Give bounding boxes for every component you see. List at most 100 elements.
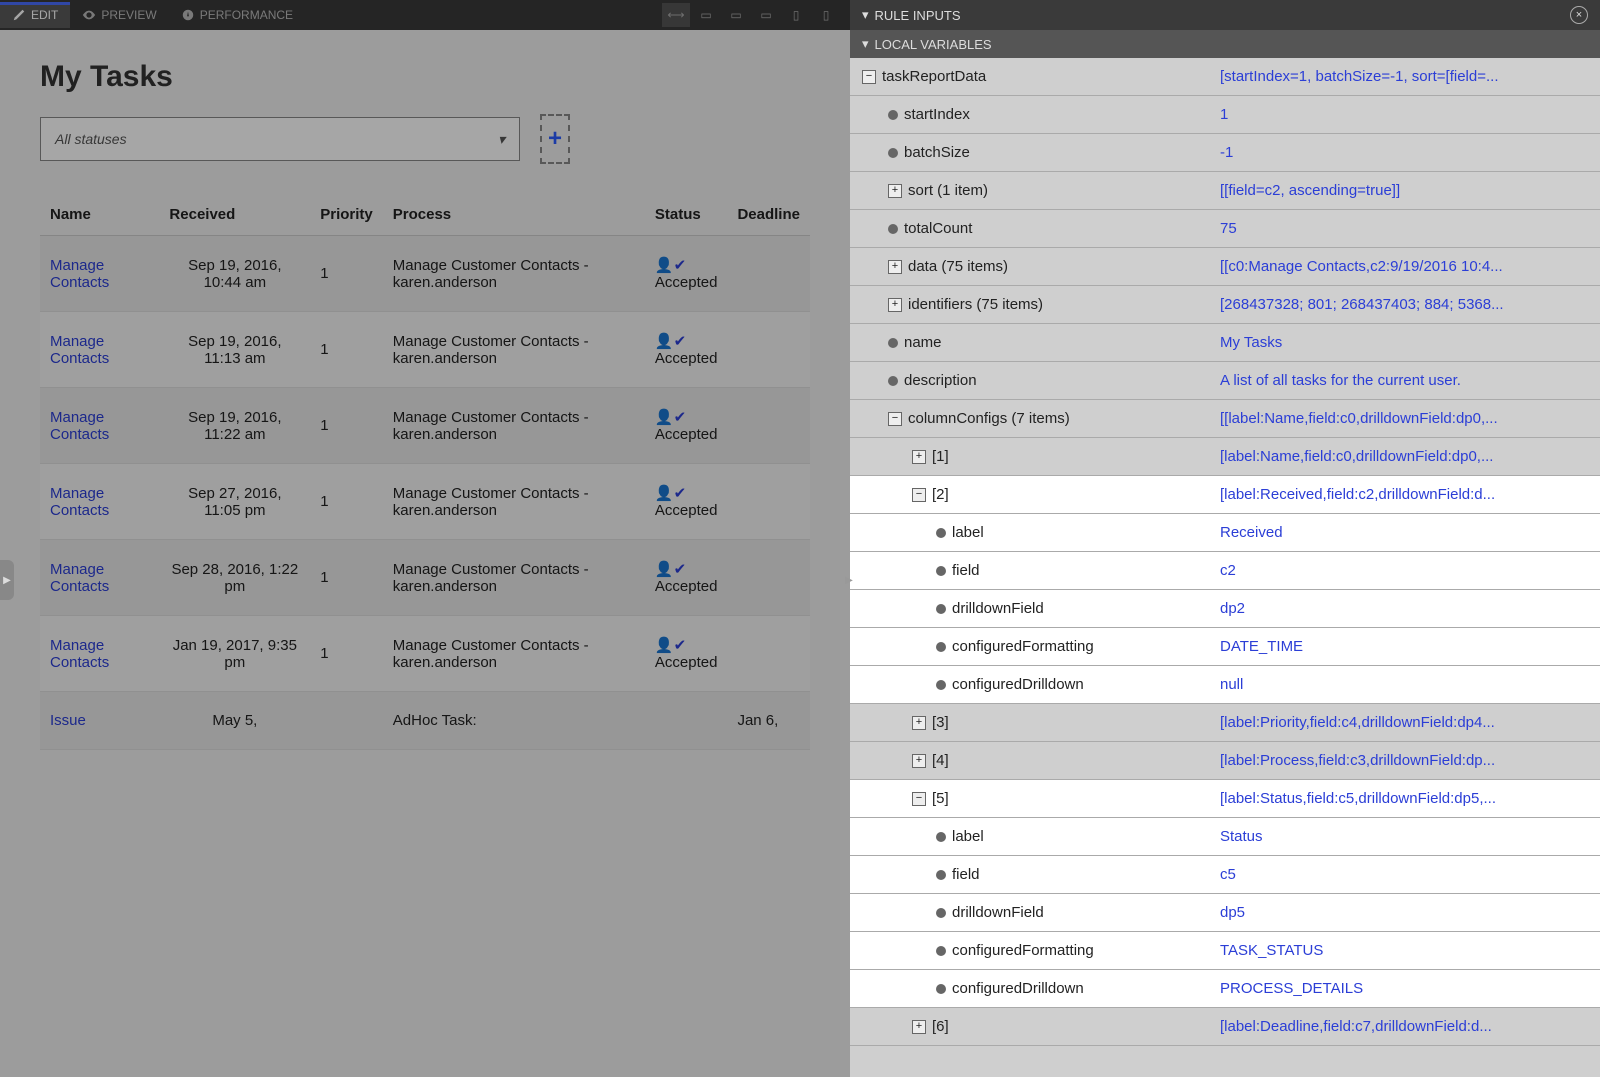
fit-icon[interactable]: ⟷ bbox=[662, 3, 690, 27]
variable-name: + sort (1 item) bbox=[850, 182, 1220, 199]
variable-name: field bbox=[850, 866, 1220, 883]
variable-value[interactable]: [label:Process,field:c3,drilldownField:d… bbox=[1220, 752, 1600, 769]
variable-value[interactable]: [[label:Name,field:c0,drilldownField:dp0… bbox=[1220, 410, 1600, 427]
variable-value[interactable]: [[c0:Manage Contacts,c2:9/19/2016 10:4..… bbox=[1220, 258, 1600, 275]
variable-row[interactable]: name My Tasks bbox=[850, 324, 1600, 362]
variable-row[interactable]: − [2] [label:Received,field:c2,drilldown… bbox=[850, 476, 1600, 514]
variable-row[interactable]: totalCount 75 bbox=[850, 210, 1600, 248]
expand-icon[interactable]: + bbox=[912, 1020, 926, 1034]
expand-left-handle[interactable]: ▶ bbox=[0, 560, 14, 600]
variable-value[interactable]: 75 bbox=[1220, 220, 1600, 237]
tablet-icon[interactable]: ▯ bbox=[782, 3, 810, 27]
status-filter-dropdown[interactable]: All statuses ▾ bbox=[40, 117, 520, 161]
tab-edit[interactable]: EDIT bbox=[0, 2, 70, 28]
task-name-link[interactable]: Manage Contacts bbox=[50, 637, 109, 671]
variable-value[interactable]: DATE_TIME bbox=[1220, 638, 1600, 655]
variable-value[interactable]: [[field=c2, ascending=true]] bbox=[1220, 182, 1600, 199]
expand-icon[interactable]: + bbox=[912, 754, 926, 768]
variable-value[interactable]: [startIndex=1, batchSize=-1, sort=[field… bbox=[1220, 68, 1600, 85]
col-priority[interactable]: Priority bbox=[310, 194, 383, 236]
variable-value[interactable]: [label:Status,field:c5,drilldownField:dp… bbox=[1220, 790, 1600, 807]
variable-row[interactable]: field c5 bbox=[850, 856, 1600, 894]
collapse-icon[interactable]: − bbox=[912, 488, 926, 502]
variable-row[interactable]: + [4] [label:Process,field:c3,drilldownF… bbox=[850, 742, 1600, 780]
variable-row[interactable]: configuredFormatting TASK_STATUS bbox=[850, 932, 1600, 970]
variable-row[interactable]: drilldownField dp2 bbox=[850, 590, 1600, 628]
variable-value[interactable]: dp2 bbox=[1220, 600, 1600, 617]
phone-icon[interactable]: ▯ bbox=[812, 3, 840, 27]
variable-row[interactable]: batchSize -1 bbox=[850, 134, 1600, 172]
variable-row[interactable]: startIndex 1 bbox=[850, 96, 1600, 134]
variable-row[interactable]: description A list of all tasks for the … bbox=[850, 362, 1600, 400]
variable-row[interactable]: + sort (1 item) [[field=c2, ascending=tr… bbox=[850, 172, 1600, 210]
variable-value[interactable]: My Tasks bbox=[1220, 334, 1600, 351]
collapse-icon[interactable]: − bbox=[912, 792, 926, 806]
variable-value[interactable]: TASK_STATUS bbox=[1220, 942, 1600, 959]
variable-value[interactable]: [label:Received,field:c2,drilldownField:… bbox=[1220, 486, 1600, 503]
variable-value[interactable]: [label:Priority,field:c4,drilldownField:… bbox=[1220, 714, 1600, 731]
col-status[interactable]: Status bbox=[645, 194, 728, 236]
variable-row[interactable]: label Status bbox=[850, 818, 1600, 856]
expand-icon[interactable]: + bbox=[912, 716, 926, 730]
variable-name: startIndex bbox=[850, 106, 1220, 123]
variable-row[interactable]: − [5] [label:Status,field:c5,drilldownFi… bbox=[850, 780, 1600, 818]
variable-value[interactable]: null bbox=[1220, 676, 1600, 693]
variable-row[interactable]: configuredDrilldown PROCESS_DETAILS bbox=[850, 970, 1600, 1008]
task-name-link[interactable]: Manage Contacts bbox=[50, 485, 109, 519]
device-preview-icons: ⟷ ▭ ▭ ▭ ▯ ▯ bbox=[662, 3, 850, 27]
variable-row[interactable]: drilldownField dp5 bbox=[850, 894, 1600, 932]
col-received[interactable]: Received bbox=[159, 194, 310, 236]
variable-row[interactable]: field c2 bbox=[850, 552, 1600, 590]
variable-value[interactable]: 1 bbox=[1220, 106, 1600, 123]
col-deadline[interactable]: Deadline bbox=[727, 194, 810, 236]
add-button[interactable]: + bbox=[540, 114, 570, 164]
variable-value[interactable]: Status bbox=[1220, 828, 1600, 845]
variable-row[interactable]: + [3] [label:Priority,field:c4,drilldown… bbox=[850, 704, 1600, 742]
col-name[interactable]: Name bbox=[40, 194, 159, 236]
chevron-down-icon: ▾ bbox=[862, 7, 869, 23]
rule-inputs-header[interactable]: ▾ RULE INPUTS × bbox=[850, 0, 1600, 30]
variable-value[interactable]: c2 bbox=[1220, 562, 1600, 579]
variable-value[interactable]: [label:Deadline,field:c7,drilldownField:… bbox=[1220, 1018, 1600, 1035]
cell-status: 👤✔Accepted bbox=[645, 540, 728, 616]
variable-name: − taskReportData bbox=[850, 68, 1220, 85]
tab-performance[interactable]: PERFORMANCE bbox=[169, 2, 305, 28]
variable-row[interactable]: label Received bbox=[850, 514, 1600, 552]
variable-value[interactable]: PROCESS_DETAILS bbox=[1220, 980, 1600, 997]
variable-row[interactable]: − columnConfigs (7 items) [[label:Name,f… bbox=[850, 400, 1600, 438]
variable-row[interactable]: configuredFormatting DATE_TIME bbox=[850, 628, 1600, 666]
collapse-icon[interactable]: − bbox=[888, 412, 902, 426]
variable-row[interactable]: configuredDrilldown null bbox=[850, 666, 1600, 704]
local-vars-header[interactable]: ▾ LOCAL VARIABLES bbox=[850, 30, 1600, 58]
expand-icon[interactable]: + bbox=[888, 298, 902, 312]
task-name-link[interactable]: Issue bbox=[50, 712, 86, 729]
variable-value[interactable]: -1 bbox=[1220, 144, 1600, 161]
bullet-icon bbox=[936, 566, 946, 576]
tab-preview[interactable]: PREVIEW bbox=[70, 2, 168, 28]
variable-row[interactable]: − taskReportData [startIndex=1, batchSiz… bbox=[850, 58, 1600, 96]
variable-value[interactable]: A list of all tasks for the current user… bbox=[1220, 372, 1600, 389]
laptop-icon[interactable]: ▭ bbox=[752, 3, 780, 27]
col-process[interactable]: Process bbox=[383, 194, 645, 236]
variable-value[interactable]: Received bbox=[1220, 524, 1600, 541]
desktop-wide-icon[interactable]: ▭ bbox=[692, 3, 720, 27]
variable-row[interactable]: + identifiers (75 items) [268437328; 801… bbox=[850, 286, 1600, 324]
task-name-link[interactable]: Manage Contacts bbox=[50, 257, 109, 291]
variable-value[interactable]: dp5 bbox=[1220, 904, 1600, 921]
variable-row[interactable]: + [6] [label:Deadline,field:c7,drilldown… bbox=[850, 1008, 1600, 1046]
desktop-icon[interactable]: ▭ bbox=[722, 3, 750, 27]
close-icon[interactable]: × bbox=[1570, 6, 1588, 24]
variable-row[interactable]: + [1] [label:Name,field:c0,drilldownFiel… bbox=[850, 438, 1600, 476]
expand-icon[interactable]: + bbox=[888, 184, 902, 198]
panel-divider-handle[interactable]: ▶ bbox=[842, 560, 856, 600]
expand-icon[interactable]: + bbox=[912, 450, 926, 464]
variable-value[interactable]: c5 bbox=[1220, 866, 1600, 883]
task-name-link[interactable]: Manage Contacts bbox=[50, 409, 109, 443]
variable-row[interactable]: + data (75 items) [[c0:Manage Contacts,c… bbox=[850, 248, 1600, 286]
task-name-link[interactable]: Manage Contacts bbox=[50, 333, 109, 367]
expand-icon[interactable]: + bbox=[888, 260, 902, 274]
collapse-icon[interactable]: − bbox=[862, 70, 876, 84]
task-name-link[interactable]: Manage Contacts bbox=[50, 561, 109, 595]
variable-value[interactable]: [268437328; 801; 268437403; 884; 5368... bbox=[1220, 296, 1600, 313]
variable-value[interactable]: [label:Name,field:c0,drilldownField:dp0,… bbox=[1220, 448, 1600, 465]
